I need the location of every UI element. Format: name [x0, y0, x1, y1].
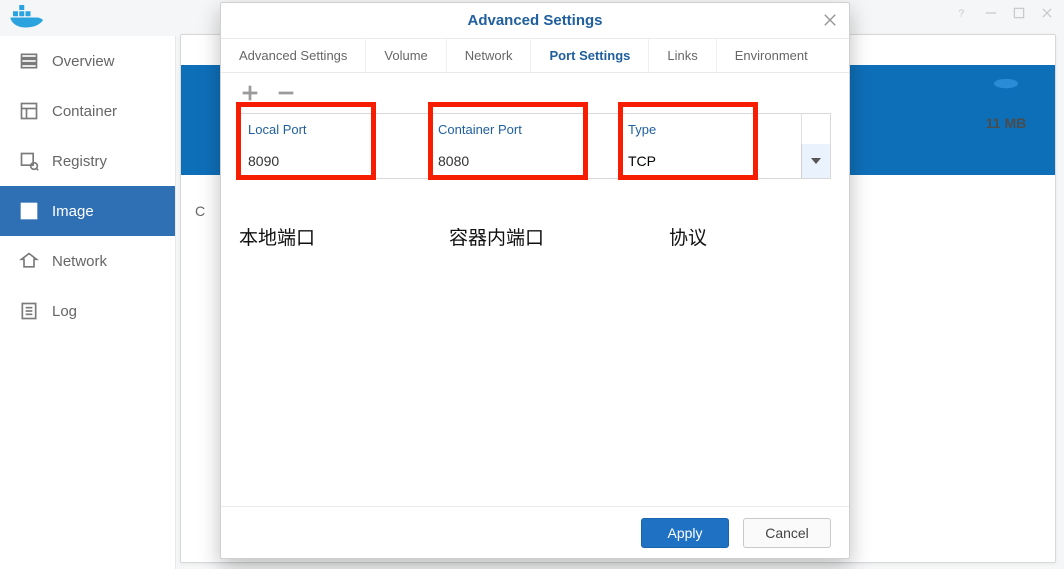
svg-text:?: ?	[958, 8, 964, 20]
tab-port-settings[interactable]: Port Settings	[531, 39, 649, 72]
local-port-input[interactable]	[240, 144, 429, 178]
docker-logo	[8, 0, 48, 30]
caption-local: 本地端口	[239, 223, 449, 250]
cancel-button[interactable]: Cancel	[743, 518, 831, 548]
sidebar-item-label: Overview	[52, 53, 115, 70]
col-container-port[interactable]: Container Port	[430, 114, 620, 144]
col-local-port[interactable]: Local Port	[240, 114, 430, 144]
sidebar-item-label: Registry	[52, 153, 107, 170]
tab-label: Links	[667, 48, 697, 63]
maximize-icon[interactable]	[1012, 6, 1026, 20]
sidebar-item-log[interactable]: Log	[0, 286, 175, 336]
network-icon	[18, 250, 40, 272]
annotation-captions: 本地端口 容器内端口 协议	[221, 223, 849, 250]
image-size-text: 11 MB	[976, 115, 1036, 131]
port-toolbar	[221, 73, 849, 113]
log-icon	[18, 300, 40, 322]
caption-container: 容器内端口	[449, 223, 669, 250]
image-icon	[18, 200, 40, 222]
container-icon	[18, 100, 40, 122]
modal-footer: Apply Cancel	[221, 506, 849, 558]
table-row[interactable]: TCP	[240, 144, 830, 178]
tab-volume[interactable]: Volume	[366, 39, 446, 72]
container-port-input[interactable]	[430, 144, 619, 178]
background-c-label: C	[195, 203, 205, 219]
sidebar-item-registry[interactable]: Registry	[0, 136, 175, 186]
apply-button[interactable]: Apply	[641, 518, 729, 548]
sidebar-item-label: Network	[52, 253, 107, 270]
remove-button[interactable]	[275, 82, 297, 104]
modal-header: Advanced Settings	[221, 3, 849, 39]
registry-icon	[18, 150, 40, 172]
close-icon[interactable]	[821, 11, 839, 29]
sidebar: Overview Container Registry Image Networ…	[0, 36, 176, 569]
col-spacer	[802, 114, 830, 144]
sidebar-item-image[interactable]: Image	[0, 186, 175, 236]
tab-label: Volume	[384, 48, 427, 63]
caption-type: 协议	[669, 223, 707, 250]
chevron-down-icon[interactable]	[811, 158, 821, 164]
overview-icon	[18, 50, 40, 72]
tab-label: Port Settings	[549, 48, 630, 63]
sidebar-item-network[interactable]: Network	[0, 236, 175, 286]
modal-title: Advanced Settings	[467, 12, 602, 29]
button-label: Cancel	[765, 525, 809, 541]
disk-icon	[976, 78, 1036, 109]
tab-network[interactable]: Network	[447, 39, 532, 72]
col-type[interactable]: Type	[620, 114, 802, 144]
advanced-settings-modal: Advanced Settings Advanced Settings Volu…	[220, 2, 850, 559]
sidebar-item-overview[interactable]: Overview	[0, 36, 175, 86]
tab-label: Environment	[735, 48, 808, 63]
sidebar-item-label: Log	[52, 303, 77, 320]
tab-environment[interactable]: Environment	[717, 39, 826, 72]
tab-links[interactable]: Links	[649, 39, 716, 72]
tab-label: Advanced Settings	[239, 48, 347, 63]
minimize-icon[interactable]	[984, 6, 998, 20]
close-window-icon[interactable]	[1040, 6, 1054, 20]
ports-table: Local Port Container Port Type TCP	[239, 113, 831, 179]
type-select[interactable]: TCP	[620, 144, 801, 178]
type-value: TCP	[628, 153, 656, 169]
tab-label: Network	[465, 48, 513, 63]
image-size-panel: 11 MB	[976, 78, 1036, 131]
sidebar-item-container[interactable]: Container	[0, 86, 175, 136]
button-label: Apply	[667, 525, 702, 541]
help-icon[interactable]: ?	[956, 6, 970, 20]
add-button[interactable]	[239, 82, 261, 104]
tab-advanced-settings[interactable]: Advanced Settings	[221, 39, 366, 72]
sidebar-item-label: Image	[52, 203, 94, 220]
modal-tabs: Advanced Settings Volume Network Port Se…	[221, 39, 849, 73]
sidebar-item-label: Container	[52, 103, 117, 120]
